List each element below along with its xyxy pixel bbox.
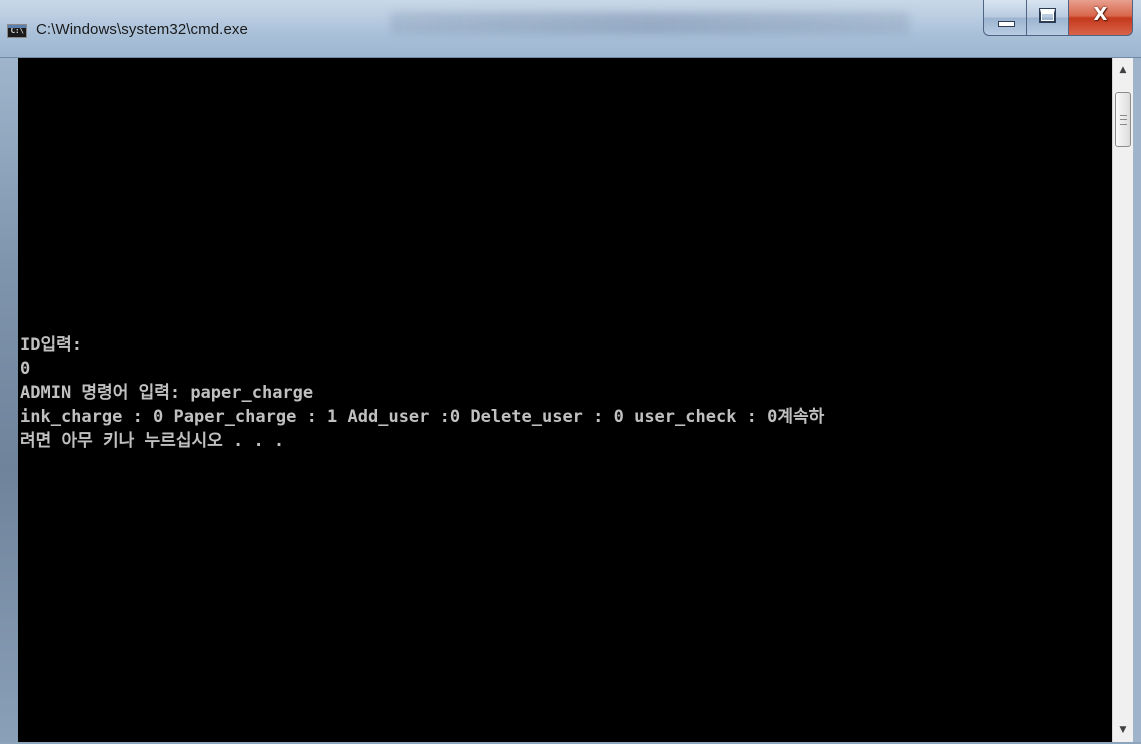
- window-title: C:\Windows\system32\cmd.exe: [36, 21, 248, 38]
- console-line: ADMIN 명령어 입력: paper_charge: [20, 383, 314, 403]
- close-icon: X: [1093, 4, 1108, 25]
- vertical-scrollbar[interactable]: ▲ ▼: [1112, 58, 1133, 742]
- console-output: ID입력: 0 ADMIN 명령어 입력: paper_charge ink_char…: [20, 333, 1110, 453]
- window-right-border: [1133, 58, 1141, 744]
- window-left-border: [0, 58, 18, 744]
- title-bar[interactable]: C:\ C:\Windows\system32\cmd.exe X: [0, 0, 1141, 58]
- console-line: ink_charge : 0 Paper_charge : 1 Add_user…: [20, 407, 825, 427]
- maximize-button[interactable]: [1027, 0, 1069, 36]
- minimize-button[interactable]: [983, 0, 1027, 36]
- cmd-window: C:\ C:\Windows\system32\cmd.exe X ID입력: 0…: [0, 0, 1141, 744]
- console-line: ID입력:: [20, 335, 82, 355]
- maximize-icon: [1039, 8, 1056, 23]
- close-button[interactable]: X: [1069, 0, 1133, 36]
- scroll-down-arrow-icon[interactable]: ▼: [1113, 720, 1133, 740]
- console-app-icon[interactable]: C:\: [7, 24, 27, 38]
- console-line: 0: [20, 359, 31, 379]
- title-bar-glass: [390, 12, 910, 34]
- console-line: 려면 아무 키나 누르십시오 . . .: [20, 431, 285, 451]
- scroll-thumb[interactable]: [1115, 92, 1131, 147]
- minimize-icon: [998, 21, 1015, 27]
- scroll-up-arrow-icon[interactable]: ▲: [1113, 60, 1133, 80]
- window-controls: X: [983, 0, 1133, 38]
- grip-icon: [1120, 115, 1127, 125]
